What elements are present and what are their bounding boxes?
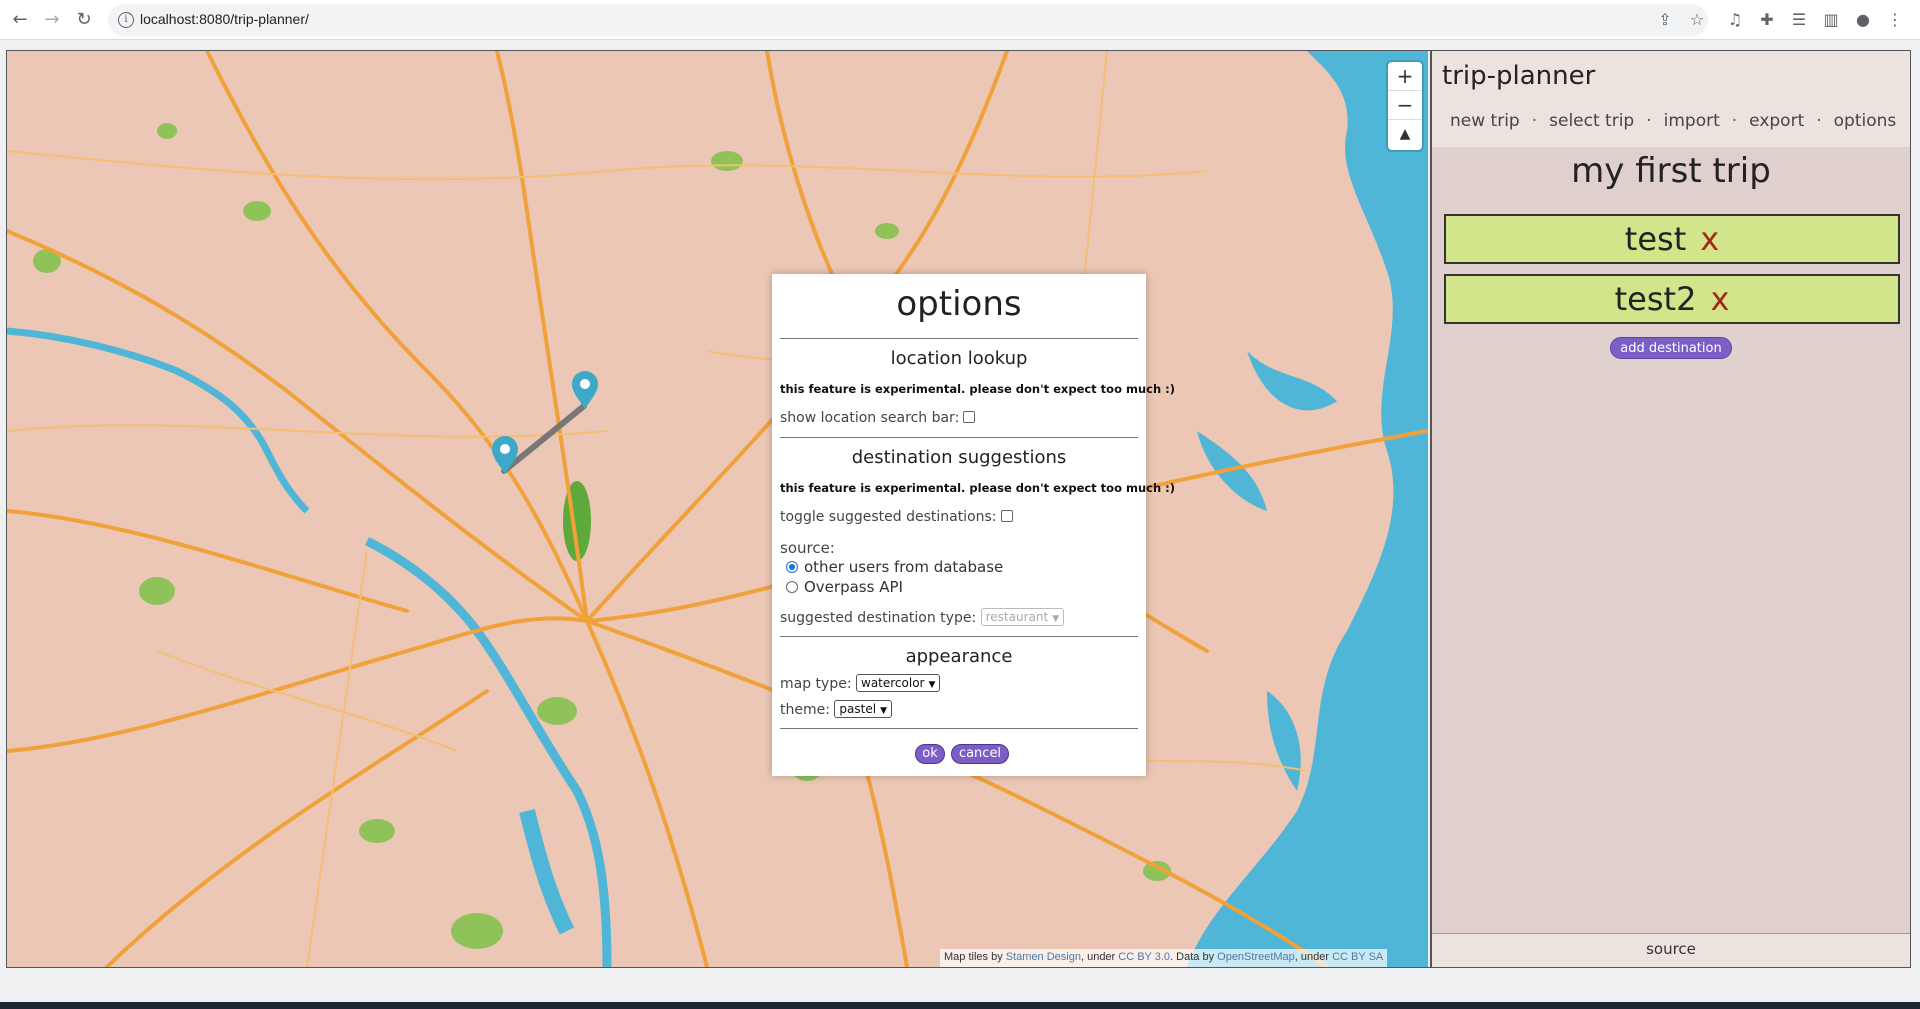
- experimental-note: this feature is experimental. please don…: [780, 382, 1176, 396]
- experimental-note: this feature is experimental. please don…: [780, 481, 1176, 495]
- address-bar[interactable]: [108, 4, 1708, 36]
- map-attribution: Map tiles by Stamen Design, under CC BY …: [940, 949, 1388, 967]
- zoom-control: + − ▲: [1388, 62, 1422, 150]
- trip-title: my first trip: [1571, 151, 1771, 191]
- show-search-bar-checkbox[interactable]: [963, 411, 976, 423]
- divider: [780, 437, 1138, 438]
- map-marker-icon[interactable]: [490, 435, 520, 475]
- cc-by-link[interactable]: CC BY 3.0: [1118, 951, 1170, 963]
- share-icon[interactable]: ⇪: [1654, 9, 1676, 31]
- nav-separator: ·: [1731, 111, 1738, 131]
- map-marker-icon[interactable]: [570, 370, 600, 410]
- destination-type-value: restaurant: [985, 610, 1049, 624]
- profile-avatar-icon[interactable]: ●: [1852, 9, 1874, 31]
- source-option-label: other users from database: [804, 558, 1004, 576]
- section-heading: location lookup: [890, 348, 1028, 369]
- attribution-text: Map tiles by: [944, 951, 1006, 963]
- sidebar-header: trip-planner new trip · select trip · import…: [1432, 51, 1910, 147]
- chevron-down-icon: ▼: [928, 680, 936, 690]
- theme-value: pastel: [839, 702, 877, 716]
- sidebar-nav: new trip · select trip · import · export · optio…: [1450, 111, 1896, 131]
- source-option-database[interactable]: other users from database: [780, 558, 1003, 576]
- remove-destination-button[interactable]: x: [1710, 280, 1729, 318]
- destination-type-select[interactable]: restaurant ▼: [980, 608, 1065, 626]
- divider: [780, 338, 1138, 339]
- chevron-down-icon: ▼: [1052, 614, 1060, 624]
- nav-new-trip[interactable]: new trip: [1450, 111, 1520, 131]
- destination-name: test: [1624, 220, 1687, 258]
- attribution-text: . Data by: [1170, 951, 1218, 963]
- taskbar-edge: [0, 1002, 1920, 1009]
- nav-options[interactable]: options: [1834, 111, 1897, 131]
- menu-kebab-icon[interactable]: ⋮: [1884, 9, 1906, 31]
- source-radio-database[interactable]: [786, 561, 798, 573]
- reload-icon[interactable]: ↻: [72, 8, 96, 32]
- section-heading: appearance: [905, 646, 1013, 667]
- info-icon[interactable]: i: [118, 12, 134, 28]
- cc-by-sa-link[interactable]: CC BY SA: [1332, 951, 1383, 963]
- browser-toolbar: ← → ↻ i localhost:8080/trip-planner/ ⇪ ☆…: [0, 0, 1920, 40]
- remove-destination-button[interactable]: x: [1700, 220, 1719, 258]
- divider: [780, 728, 1138, 729]
- source-link[interactable]: source: [1432, 933, 1910, 967]
- nav-separator: ·: [1816, 111, 1822, 131]
- destination-name: test2: [1614, 280, 1697, 318]
- zoom-out-button[interactable]: −: [1388, 91, 1422, 120]
- reading-list-icon[interactable]: ☰: [1788, 9, 1810, 31]
- theme-label: theme:: [780, 702, 830, 718]
- nav-import[interactable]: import: [1664, 111, 1720, 131]
- toggle-suggestions-checkbox[interactable]: [1000, 510, 1013, 522]
- bookmark-star-icon[interactable]: ☆: [1686, 9, 1708, 31]
- map-tiles: [7, 51, 1428, 967]
- nav-separator: ·: [1646, 111, 1652, 131]
- map-type-select[interactable]: watercolor ▼: [856, 674, 941, 692]
- section-heading: destination suggestions: [851, 447, 1067, 468]
- source-label: source:: [780, 539, 835, 557]
- extensions-icon[interactable]: ✚: [1756, 9, 1778, 31]
- theme-select[interactable]: pastel ▼: [834, 700, 892, 718]
- attribution-text: , under: [1080, 951, 1119, 963]
- media-icon[interactable]: ♫: [1724, 9, 1746, 31]
- map-type-label: map type:: [780, 676, 852, 692]
- stamen-link[interactable]: Stamen Design: [1006, 951, 1081, 963]
- back-icon[interactable]: ←: [8, 8, 32, 32]
- theme-row: theme: pastel ▼: [780, 700, 892, 718]
- side-panel-icon[interactable]: ▥: [1820, 9, 1842, 31]
- options-dialog: options location lookup this feature is …: [772, 274, 1175, 776]
- destination-item[interactable]: test x: [1444, 214, 1900, 264]
- source-radio-overpass[interactable]: [786, 581, 798, 593]
- map-view[interactable]: [7, 51, 1428, 967]
- destination-type-row: suggested destination type: restaurant ▼: [780, 608, 1065, 626]
- show-search-bar-row: show location search bar:: [780, 410, 976, 426]
- chevron-down-icon: ▼: [880, 706, 887, 716]
- url-text[interactable]: localhost:8080/trip-planner/: [140, 11, 309, 27]
- source-option-label: Overpass API: [804, 578, 903, 596]
- destination-type-label: suggested destination type:: [780, 610, 977, 626]
- nav-separator: ·: [1531, 111, 1538, 131]
- destination-item[interactable]: test2 x: [1444, 274, 1900, 324]
- ok-button[interactable]: ok: [915, 744, 945, 764]
- dialog-title: options: [896, 284, 1022, 324]
- toggle-suggestions-row: toggle suggested destinations:: [780, 509, 1013, 525]
- map-type-value: watercolor: [861, 676, 925, 690]
- nav-export[interactable]: export: [1749, 111, 1804, 131]
- zoom-in-button[interactable]: +: [1388, 62, 1422, 91]
- attribution-text: , under: [1294, 951, 1333, 963]
- nav-select-trip[interactable]: select trip: [1549, 111, 1634, 131]
- app-title: trip-planner: [1442, 61, 1596, 91]
- sidebar: trip-planner new trip · select trip · import…: [1430, 51, 1910, 967]
- source-option-overpass[interactable]: Overpass API: [780, 578, 903, 596]
- map-type-row: map type: watercolor ▼: [780, 674, 941, 692]
- divider: [780, 636, 1138, 637]
- osm-link[interactable]: OpenStreetMap: [1217, 951, 1295, 963]
- toggle-suggestions-label: toggle suggested destinations:: [780, 509, 997, 525]
- add-destination-button[interactable]: add destination: [1610, 337, 1732, 359]
- forward-icon[interactable]: →: [40, 8, 64, 32]
- reset-bearing-button[interactable]: ▲: [1388, 120, 1422, 149]
- show-search-bar-label: show location search bar:: [780, 410, 960, 426]
- cancel-button[interactable]: cancel: [951, 744, 1009, 764]
